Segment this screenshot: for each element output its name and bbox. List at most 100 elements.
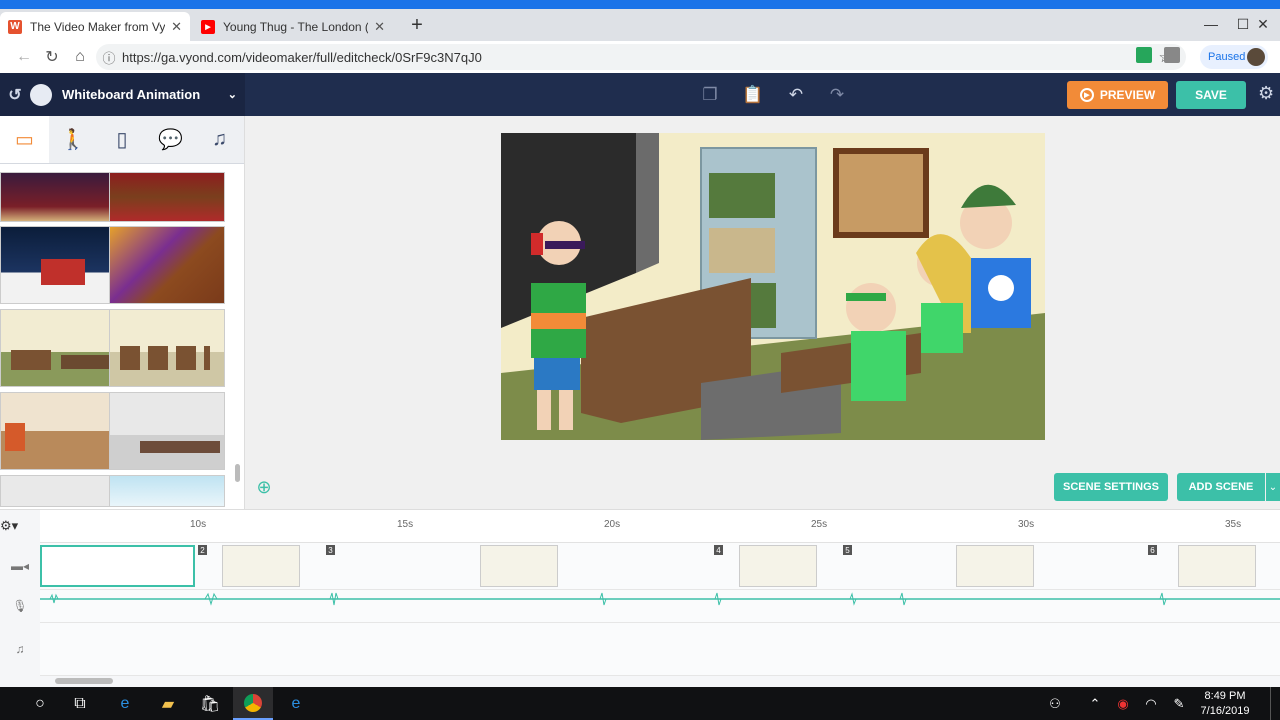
holiday-dinner-scene[interactable] bbox=[0, 172, 116, 222]
store-icon[interactable]: 🛍 bbox=[190, 687, 230, 720]
tab-title: Young Thug - The London (ft. J. C bbox=[223, 19, 368, 34]
template-name: Whiteboard Animation bbox=[62, 87, 201, 102]
template-avatar-icon bbox=[30, 83, 52, 106]
scene-canvas[interactable] bbox=[501, 133, 1045, 440]
pen-icon[interactable]: ✎ bbox=[1164, 687, 1194, 720]
chevron-down-icon[interactable]: ⌄ bbox=[228, 88, 237, 101]
paused-label: Paused bbox=[1208, 51, 1246, 63]
show-desktop-button[interactable] bbox=[1270, 687, 1280, 720]
window-office-scene[interactable] bbox=[109, 475, 225, 507]
tab-title: The Video Maker from Vyond - M bbox=[30, 19, 166, 34]
restaurant-scene[interactable] bbox=[0, 392, 116, 470]
copy-icon[interactable]: ❐ bbox=[690, 73, 730, 116]
scene-number: 2 bbox=[198, 545, 207, 555]
address-bar[interactable]: ⓘ https://ga.vyond.com/videomaker/full/e… bbox=[96, 44, 1186, 70]
browser-top-strip bbox=[0, 0, 1280, 9]
system-clock[interactable]: 8:49 PM 7/16/2019 bbox=[1195, 689, 1255, 719]
chrome-logo bbox=[244, 693, 262, 712]
voice-track[interactable] bbox=[40, 590, 1280, 623]
paste-icon[interactable]: 📋 bbox=[733, 73, 773, 116]
scene-track: 2 3 4 5 6 bbox=[40, 543, 1280, 590]
clock-time: 8:49 PM bbox=[1204, 690, 1246, 702]
file-explorer-icon[interactable]: ▰ bbox=[148, 687, 188, 720]
add-scene-button[interactable]: ADD SCENE bbox=[1177, 473, 1265, 501]
scene-thumb[interactable] bbox=[1178, 545, 1256, 587]
close-tab-icon[interactable]: ✕ bbox=[171, 19, 182, 35]
classroom-scene-2[interactable] bbox=[109, 309, 225, 387]
reload-icon[interactable]: ↻ bbox=[38, 41, 66, 73]
device-icon[interactable]: ▯ bbox=[98, 116, 147, 163]
timeline-scrollbar[interactable] bbox=[55, 678, 113, 684]
scene-thumb[interactable] bbox=[480, 545, 558, 587]
panel-scrollbar[interactable] bbox=[235, 464, 240, 482]
preview-label: PREVIEW bbox=[1099, 88, 1156, 102]
tick-label: 20s bbox=[604, 519, 621, 530]
timeline-settings-gear-icon[interactable]: ⚙▾ bbox=[0, 518, 24, 534]
profile-paused-badge[interactable]: Paused bbox=[1200, 45, 1268, 69]
task-view-icon[interactable]: ⧉ bbox=[60, 687, 100, 720]
settings-gear-icon[interactable]: ⚙ bbox=[1258, 83, 1280, 105]
microphone-icon: 🎙 bbox=[12, 599, 28, 613]
clock-date: 7/16/2019 bbox=[1200, 705, 1250, 717]
preview-button[interactable]: ▶ PREVIEW bbox=[1067, 81, 1168, 109]
wifi-icon[interactable]: ◠ bbox=[1136, 687, 1166, 720]
character-icon[interactable]: 🚶 bbox=[49, 116, 98, 163]
home-icon[interactable]: ⌂ bbox=[66, 41, 94, 73]
church-pews-scene[interactable] bbox=[109, 172, 225, 222]
browser-tab-youtube[interactable]: ▶ Young Thug - The London (ft. J. C ✕ bbox=[193, 12, 393, 41]
record-icon[interactable]: ◉ bbox=[1108, 687, 1138, 720]
browser-tab-vyond[interactable]: W The Video Maker from Vyond - M ✕ bbox=[0, 12, 190, 41]
close-window-icon[interactable]: ✕ bbox=[1246, 9, 1280, 39]
windows-taskbar: ○ ⧉ e ▰ 🛍 e ⚇ ⌃ ◉ ◠ ✎ 8:49 PM 7/16/2019 bbox=[0, 687, 1280, 720]
chat-bubble-icon[interactable]: 💬 bbox=[146, 116, 195, 163]
people-icon[interactable]: ⚇ bbox=[1040, 687, 1070, 720]
play-icon: ▶ bbox=[1079, 88, 1094, 102]
scene-number: 6 bbox=[1148, 545, 1157, 555]
youtube-favicon-icon: ▶ bbox=[201, 19, 215, 34]
snowy-church-scene[interactable] bbox=[0, 226, 116, 304]
timeline: ⚙▾ 10s 15s 20s 25s 30s 35s ▬◂ 🎙 ♫ 2 3 4 … bbox=[0, 509, 1280, 688]
search-icon[interactable]: ○ bbox=[20, 687, 60, 720]
scene-number: 4 bbox=[714, 545, 723, 555]
app-header: ↺ Whiteboard Animation ⌄ ❐ 📋 ↶ ↷ ▶ PREVI… bbox=[0, 73, 1280, 116]
classroom-scene-1[interactable] bbox=[0, 309, 116, 387]
browser-tab-bar: W The Video Maker from Vyond - M ✕ ▶ You… bbox=[0, 9, 1280, 41]
video-camera-icon: ▬◂ bbox=[10, 559, 30, 573]
chevron-down-icon[interactable]: ⌄ bbox=[1266, 473, 1280, 501]
music-note-icon[interactable]: ♫ bbox=[195, 116, 244, 163]
hallway-scene[interactable] bbox=[0, 475, 116, 507]
edge-legacy-icon[interactable]: e bbox=[105, 687, 145, 720]
music-note-icon: ♫ bbox=[15, 642, 25, 656]
stained-glass-pews-scene[interactable] bbox=[109, 226, 225, 304]
chevron-up-icon[interactable]: ⌃ bbox=[1080, 687, 1110, 720]
zoom-in-icon[interactable]: ⊕ bbox=[253, 476, 275, 498]
image-icon[interactable]: ▭ bbox=[0, 116, 49, 163]
new-tab-button[interactable]: + bbox=[405, 13, 429, 37]
scene-thumb[interactable] bbox=[956, 545, 1034, 587]
redo-icon[interactable]: ↷ bbox=[817, 73, 857, 116]
close-tab-icon[interactable]: ✕ bbox=[374, 19, 385, 35]
back-icon[interactable]: ↺ bbox=[0, 85, 30, 105]
category-tabs: ▭ 🚶 ▯ 💬 ♫ bbox=[0, 116, 244, 164]
undo-icon[interactable]: ↶ bbox=[776, 73, 816, 116]
info-icon[interactable]: ⓘ bbox=[96, 48, 122, 67]
chrome-icon[interactable] bbox=[233, 687, 273, 720]
tick-label: 30s bbox=[1018, 519, 1035, 530]
scene-thumb[interactable] bbox=[222, 545, 300, 587]
scene-number: 3 bbox=[326, 545, 335, 555]
tick-label: 10s bbox=[190, 519, 207, 530]
address-bar-row: ← ↻ ⌂ ⓘ https://ga.vyond.com/videomaker/… bbox=[0, 41, 1280, 74]
avatar bbox=[1247, 48, 1265, 66]
template-selector[interactable]: ↺ Whiteboard Animation ⌄ bbox=[0, 73, 245, 116]
edge-icon[interactable]: e bbox=[276, 687, 316, 720]
save-button[interactable]: SAVE bbox=[1176, 81, 1246, 109]
music-track[interactable] bbox=[40, 623, 1280, 676]
office-meeting-scene[interactable] bbox=[109, 392, 225, 470]
extension-icon[interactable] bbox=[1164, 47, 1180, 63]
scene-thumb[interactable] bbox=[739, 545, 817, 587]
back-arrow-icon[interactable]: ← bbox=[10, 41, 38, 73]
extension-icon[interactable] bbox=[1136, 47, 1152, 63]
scene-settings-button[interactable]: SCENE SETTINGS bbox=[1054, 473, 1168, 501]
scene-number: 5 bbox=[843, 545, 852, 555]
scene-thumb-selected[interactable] bbox=[40, 545, 195, 587]
